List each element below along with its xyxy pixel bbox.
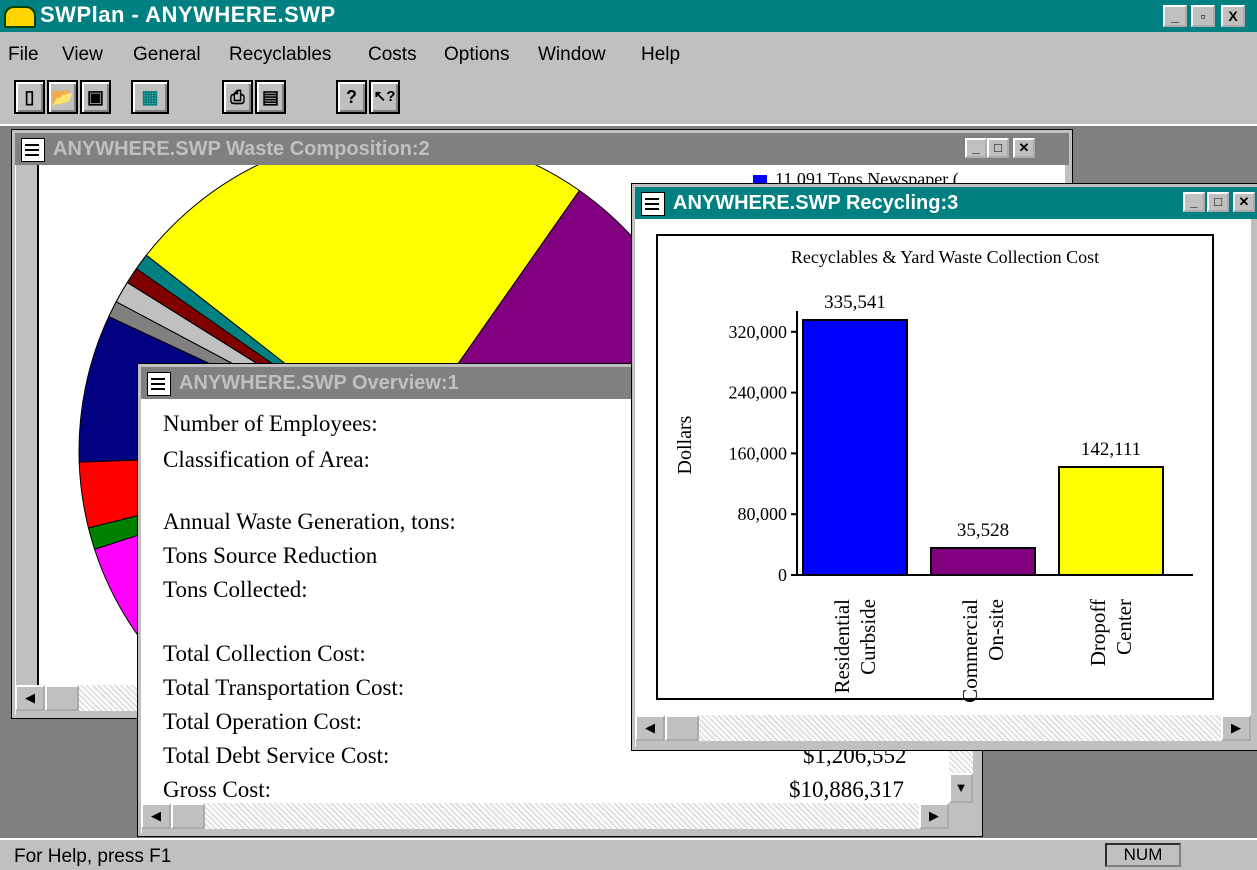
overview-window-title: ANYWHERE.SWP Overview:1: [179, 372, 459, 394]
menu-file[interactable]: File: [8, 44, 39, 66]
scroll-thumb[interactable]: [665, 715, 699, 741]
scroll-right-button[interactable]: ▶: [1221, 715, 1251, 741]
app-icon[interactable]: [4, 6, 36, 28]
x-category-label: On-site: [984, 599, 1008, 661]
waste-close-button[interactable]: ✕: [1013, 138, 1035, 158]
menu-general[interactable]: General: [133, 44, 201, 66]
x-category-label: Commercial: [958, 599, 982, 703]
menu-costs[interactable]: Costs: [368, 44, 417, 66]
menu-options[interactable]: Options: [444, 44, 509, 66]
app-titlebar: SWPlan - ANYWHERE.SWP _ ▫ X: [0, 0, 1257, 32]
x-category-label: Residential: [830, 599, 854, 694]
waste-minimize-button[interactable]: _: [965, 138, 987, 158]
scroll-left-button[interactable]: ◀: [635, 715, 665, 741]
scroll-down-button[interactable]: ▼: [949, 773, 973, 803]
document-icon: [641, 192, 665, 216]
menu-help[interactable]: Help: [641, 44, 680, 66]
recycling-minimize-button[interactable]: _: [1183, 192, 1205, 212]
bar: [802, 318, 908, 576]
calculator-icon[interactable]: ▦: [131, 80, 169, 114]
document-icon: [147, 372, 171, 396]
recycling-window-title: ANYWHERE.SWP Recycling:3: [673, 192, 959, 214]
document-icon: [21, 138, 45, 162]
recycling-hscrollbar[interactable]: ◀ ▶: [635, 715, 1251, 741]
overview-label: Tons Collected:: [163, 577, 308, 602]
scroll-thumb[interactable]: [45, 685, 79, 711]
print-icon[interactable]: ⎙: [222, 80, 253, 114]
status-bar: For Help, press F1 NUM: [0, 838, 1257, 870]
overview-label: Total Collection Cost:: [163, 641, 366, 666]
overview-value: $10,886,317: [789, 777, 904, 802]
y-tick-label: 240,000: [729, 383, 788, 403]
menu-window[interactable]: Window: [538, 44, 606, 66]
menu-view[interactable]: View: [62, 44, 103, 66]
recycling-window-titlebar[interactable]: ANYWHERE.SWP Recycling:3 _ □ ✕: [635, 187, 1257, 219]
open-icon[interactable]: 📂: [47, 80, 78, 114]
scroll-left-button[interactable]: ◀: [15, 685, 45, 711]
y-tick-label: 160,000: [729, 443, 788, 463]
bar: [930, 546, 1036, 576]
y-tick-label: 320,000: [729, 322, 788, 342]
scroll-thumb[interactable]: [171, 803, 205, 829]
status-help-text: For Help, press F1: [14, 846, 172, 867]
save-icon[interactable]: ▣: [80, 80, 111, 114]
bar-value-label: 142,111: [1081, 439, 1141, 460]
bar: [1058, 465, 1164, 576]
x-category-label: Dropoff: [1086, 599, 1110, 666]
app-restore-button[interactable]: ▫: [1191, 5, 1215, 27]
bar-value-label: 335,541: [824, 292, 886, 313]
print-preview-icon[interactable]: ▤: [255, 80, 286, 114]
app-minimize-button[interactable]: _: [1163, 5, 1187, 27]
y-tick-label: 80,000: [738, 504, 788, 524]
overview-label: Classification of Area:: [163, 447, 370, 472]
overview-hscrollbar[interactable]: ◀ ▶: [141, 803, 949, 829]
chart-title: Recyclables & Yard Waste Collection Cost: [791, 247, 1099, 267]
menu-recyclables[interactable]: Recyclables: [229, 44, 331, 66]
waste-window-titlebar[interactable]: ANYWHERE.SWP Waste Composition:2 _ □ ✕: [15, 133, 1069, 165]
recycling-maximize-button[interactable]: □: [1207, 192, 1229, 212]
recycling-window: ANYWHERE.SWP Recycling:3 _ □ ✕ Recyclabl…: [632, 184, 1257, 750]
overview-label: Tons Source Reduction: [163, 543, 378, 568]
help-icon[interactable]: ?: [336, 80, 367, 114]
new-icon[interactable]: ▯: [14, 80, 45, 114]
overview-label: Number of Employees:: [163, 411, 378, 436]
scroll-right-button[interactable]: ▶: [919, 803, 949, 829]
menu-bar: File View General Recyclables Costs Opti…: [0, 32, 1257, 76]
x-category-label: Curbside: [856, 599, 880, 675]
overview-label: Annual Waste Generation, tons:: [163, 509, 456, 534]
y-tick-label: 0: [778, 565, 787, 585]
status-num-indicator: NUM: [1105, 843, 1181, 867]
recycling-close-button[interactable]: ✕: [1233, 192, 1255, 212]
y-axis-label: Dollars: [674, 415, 696, 474]
toolbar: ▯ 📂 ▣ ▦ ⎙ ▤ ? ↖?: [0, 76, 1257, 126]
app-title: SWPlan - ANYWHERE.SWP: [40, 2, 336, 27]
recycling-content: Recyclables & Yard Waste Collection Cost…: [635, 219, 1251, 715]
context-help-icon[interactable]: ↖?: [369, 80, 400, 114]
overview-label: Total Transportation Cost:: [163, 675, 405, 700]
scroll-left-button[interactable]: ◀: [141, 803, 171, 829]
waste-window-title: ANYWHERE.SWP Waste Composition:2: [53, 138, 430, 160]
app-close-button[interactable]: X: [1221, 5, 1245, 27]
bar-value-label: 35,528: [957, 520, 1009, 541]
overview-label: Total Operation Cost:: [163, 709, 362, 734]
x-category-label: Center: [1112, 599, 1136, 655]
overview-label: Total Debt Service Cost:: [163, 743, 390, 768]
waste-maximize-button[interactable]: □: [987, 138, 1009, 158]
recycling-bar-chart: Recyclables & Yard Waste Collection Cost…: [656, 234, 1214, 703]
overview-label: Gross Cost:: [163, 777, 271, 802]
